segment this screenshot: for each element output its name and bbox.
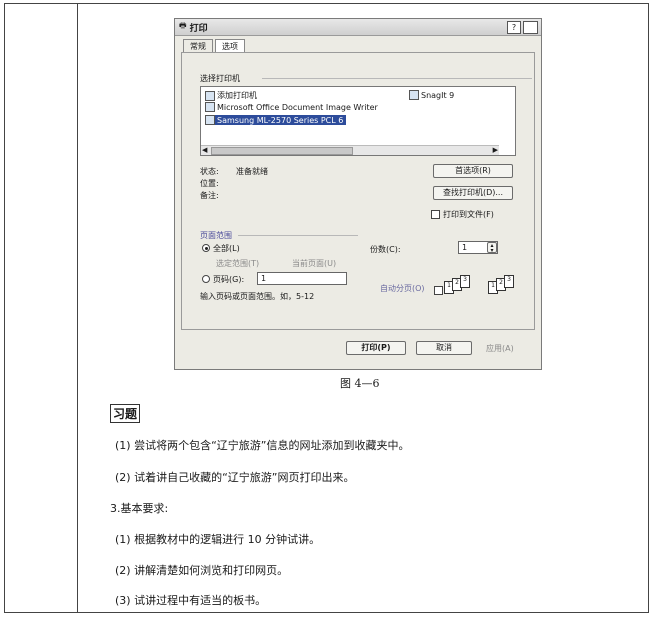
scrollbar-thumb[interactable]	[211, 147, 353, 155]
cancel-button[interactable]: 取消	[416, 341, 472, 355]
comment-label: 备注:	[200, 191, 219, 200]
status-label: 状态:	[200, 167, 219, 176]
selection-label: 选定范围(T)	[216, 259, 260, 268]
location-label: 位置:	[200, 179, 219, 188]
collate-label: 自动分页(O)	[380, 284, 425, 293]
dialog-title: 打印	[189, 23, 208, 34]
tab-bar: 常规 选项	[183, 39, 247, 53]
print-to-file-checkbox[interactable]	[431, 210, 440, 219]
collate-pages-icon: 123	[488, 275, 514, 294]
tab-general[interactable]: 常规	[183, 39, 213, 53]
printer-icon: 🖶	[179, 21, 187, 30]
text-line: (1) 根据教材中的逻辑进行 10 分钟试讲。	[115, 533, 321, 546]
status-value: 准备就绪	[236, 167, 268, 176]
copies-spinner[interactable]: ▴ ▾	[487, 242, 497, 254]
preferences-button[interactable]: 首选项(R)	[433, 164, 513, 178]
scroll-left-icon[interactable]: ◀	[202, 146, 207, 154]
collate-pages-icon: 123	[444, 275, 470, 294]
apply-button[interactable]: 应用(A)	[486, 343, 514, 354]
printer-item-samsung[interactable]: Samsung ML-2570 Series PCL 6	[205, 115, 347, 125]
print-button[interactable]: 打印(P)	[346, 341, 406, 355]
text-line: (1) 尝试将两个包含“辽宁旅游”信息的网址添加到收藏夹中。	[115, 439, 410, 452]
figure-caption: 图 4—6	[340, 377, 380, 390]
table-column-divider	[77, 3, 78, 613]
tab-options[interactable]: 选项	[215, 39, 245, 53]
find-printer-button[interactable]: 查找打印机(D)...	[433, 186, 513, 200]
current-page-label: 当前页面(U)	[292, 259, 337, 268]
printer-item-add[interactable]: 添加打印机	[205, 90, 257, 101]
collate-checkbox[interactable]	[434, 286, 443, 295]
printer-list[interactable]: 添加打印机 SnagIt 9 Microsoft Office Document…	[200, 86, 516, 156]
all-pages-radio[interactable]	[202, 244, 210, 252]
dialog-titlebar: 🖶 打印	[175, 19, 541, 36]
pages-hint: 输入页码或页面范围。如，5-12	[200, 292, 315, 301]
text-line: (3) 试讲过程中有适当的板书。	[115, 594, 267, 607]
print-to-file-label: 打印到文件(F)	[443, 210, 494, 219]
group-divider	[262, 78, 532, 79]
group-divider	[238, 235, 358, 236]
printer-icon	[205, 102, 215, 112]
help-button[interactable]: ?	[507, 21, 521, 34]
text-line: (2) 讲解清楚如何浏览和打印网页。	[115, 564, 289, 577]
section-heading: 3.基本要求:	[110, 502, 169, 515]
add-printer-icon	[205, 90, 215, 101]
page-range-label: 页面范围	[200, 231, 232, 240]
all-pages-label: 全部(L)	[213, 244, 240, 253]
printer-icon	[205, 115, 215, 125]
printer-icon	[409, 90, 419, 100]
scroll-right-icon[interactable]: ▶	[493, 146, 498, 154]
exercise-heading: 习题	[110, 404, 141, 423]
close-button[interactable]	[523, 21, 538, 34]
horizontal-scrollbar[interactable]: ◀ ▶	[201, 145, 499, 155]
text-line: (2) 试着讲自己收藏的“辽宁旅游”网页打印出来。	[115, 471, 355, 484]
printer-item-image-writer[interactable]: Microsoft Office Document Image Writer	[205, 102, 378, 112]
pages-input[interactable]: 1	[257, 272, 347, 285]
printer-item-snagit[interactable]: SnagIt 9	[409, 90, 454, 100]
select-printer-label: 选择打印机	[200, 74, 240, 83]
pages-radio[interactable]	[202, 275, 210, 283]
pages-label: 页码(G):	[213, 275, 245, 284]
copies-label: 份数(C):	[370, 245, 401, 254]
